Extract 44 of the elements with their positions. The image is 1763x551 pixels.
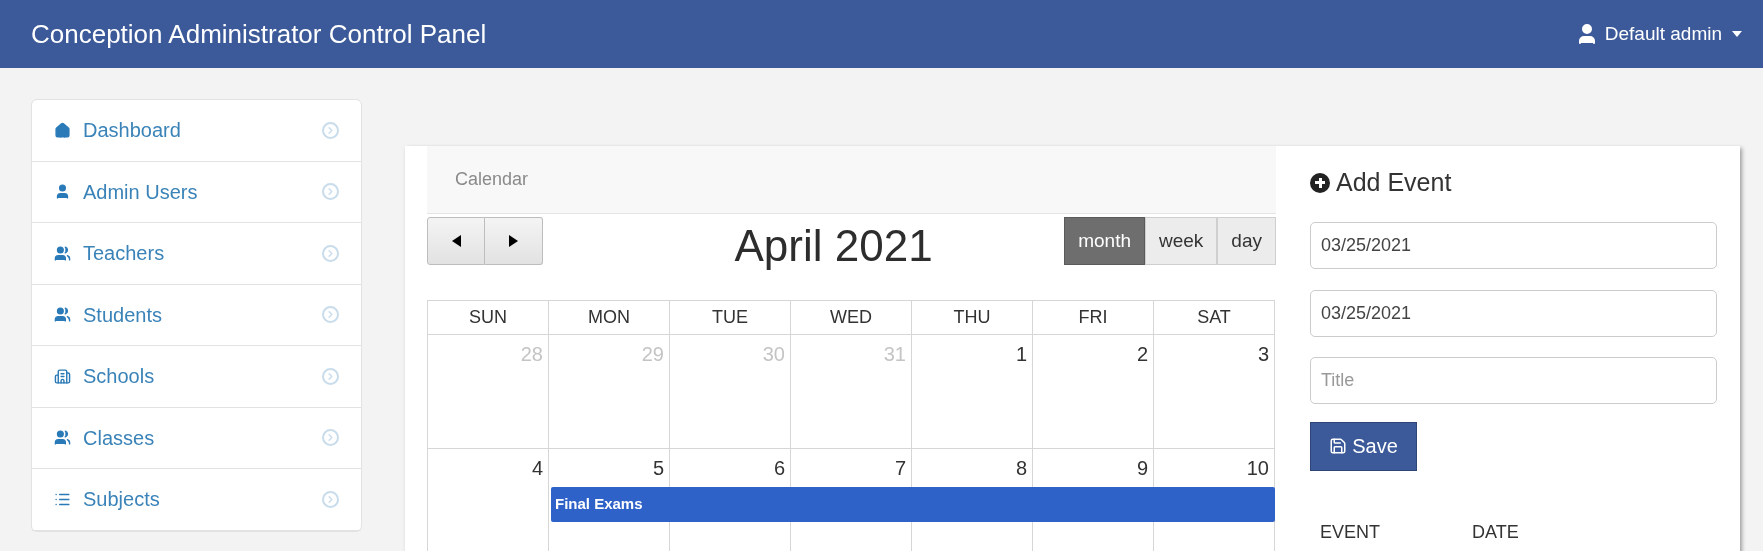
user-menu[interactable]: Default admin bbox=[1574, 19, 1742, 49]
view-tab[interactable]: day bbox=[1217, 217, 1276, 265]
sidebar-item[interactable]: Classes bbox=[32, 407, 361, 469]
title-field[interactable]: Title bbox=[1310, 356, 1717, 404]
next-button[interactable] bbox=[485, 217, 543, 265]
weekday-header: MON bbox=[549, 301, 670, 335]
start-date-field[interactable]: 03/25/2021 bbox=[1310, 221, 1717, 269]
sidebar-item[interactable]: Students bbox=[32, 284, 361, 346]
sidebar-item[interactable]: Teachers bbox=[32, 223, 361, 285]
weekday-header: WED bbox=[791, 301, 912, 335]
left-triangle-icon bbox=[451, 235, 461, 247]
weekday-header: TUE bbox=[670, 301, 791, 335]
view-tab[interactable]: week bbox=[1145, 217, 1218, 265]
user-icon bbox=[54, 183, 71, 201]
users-icon bbox=[54, 244, 71, 262]
save-button[interactable]: Save bbox=[1310, 421, 1417, 471]
users-icon bbox=[54, 306, 71, 324]
sidebar-item[interactable]: Dashboard bbox=[32, 100, 361, 162]
day-cell[interactable]: 1 bbox=[912, 335, 1033, 449]
day-cell[interactable]: 4 bbox=[428, 449, 549, 551]
app-title: Conception Administrator Control Panel bbox=[31, 17, 487, 51]
calendar-heading: Calendar bbox=[455, 168, 529, 191]
sidebar-item[interactable]: Schools bbox=[32, 346, 361, 408]
sidebar-item[interactable]: Subjects bbox=[32, 469, 361, 531]
add-event-title: Add Event bbox=[1336, 167, 1452, 198]
caret-icon bbox=[1732, 31, 1742, 37]
users-icon bbox=[54, 429, 71, 447]
weekday-header: SUN bbox=[428, 301, 549, 335]
weekday-header: FRI bbox=[1033, 301, 1154, 335]
sidebar-item[interactable]: Admin Users bbox=[32, 161, 361, 223]
column-header: DATE bbox=[1472, 520, 1520, 544]
event-bar[interactable]: Final Exams bbox=[551, 487, 1275, 522]
column-header: EVENT bbox=[1320, 520, 1381, 544]
right-triangle-icon bbox=[509, 235, 518, 247]
day-cell[interactable]: 2 bbox=[1033, 335, 1154, 449]
view-tab[interactable]: month bbox=[1064, 217, 1145, 265]
weekday-header: THU bbox=[912, 301, 1033, 335]
previous-button[interactable] bbox=[427, 217, 485, 265]
end-date-field[interactable]: 03/25/2021 bbox=[1310, 289, 1717, 337]
month-title: April 2021 bbox=[734, 220, 933, 272]
building-icon bbox=[54, 367, 71, 385]
weekday-header: SAT bbox=[1154, 301, 1275, 335]
day-cell[interactable]: 3 bbox=[1154, 335, 1275, 449]
home-icon bbox=[54, 121, 71, 139]
